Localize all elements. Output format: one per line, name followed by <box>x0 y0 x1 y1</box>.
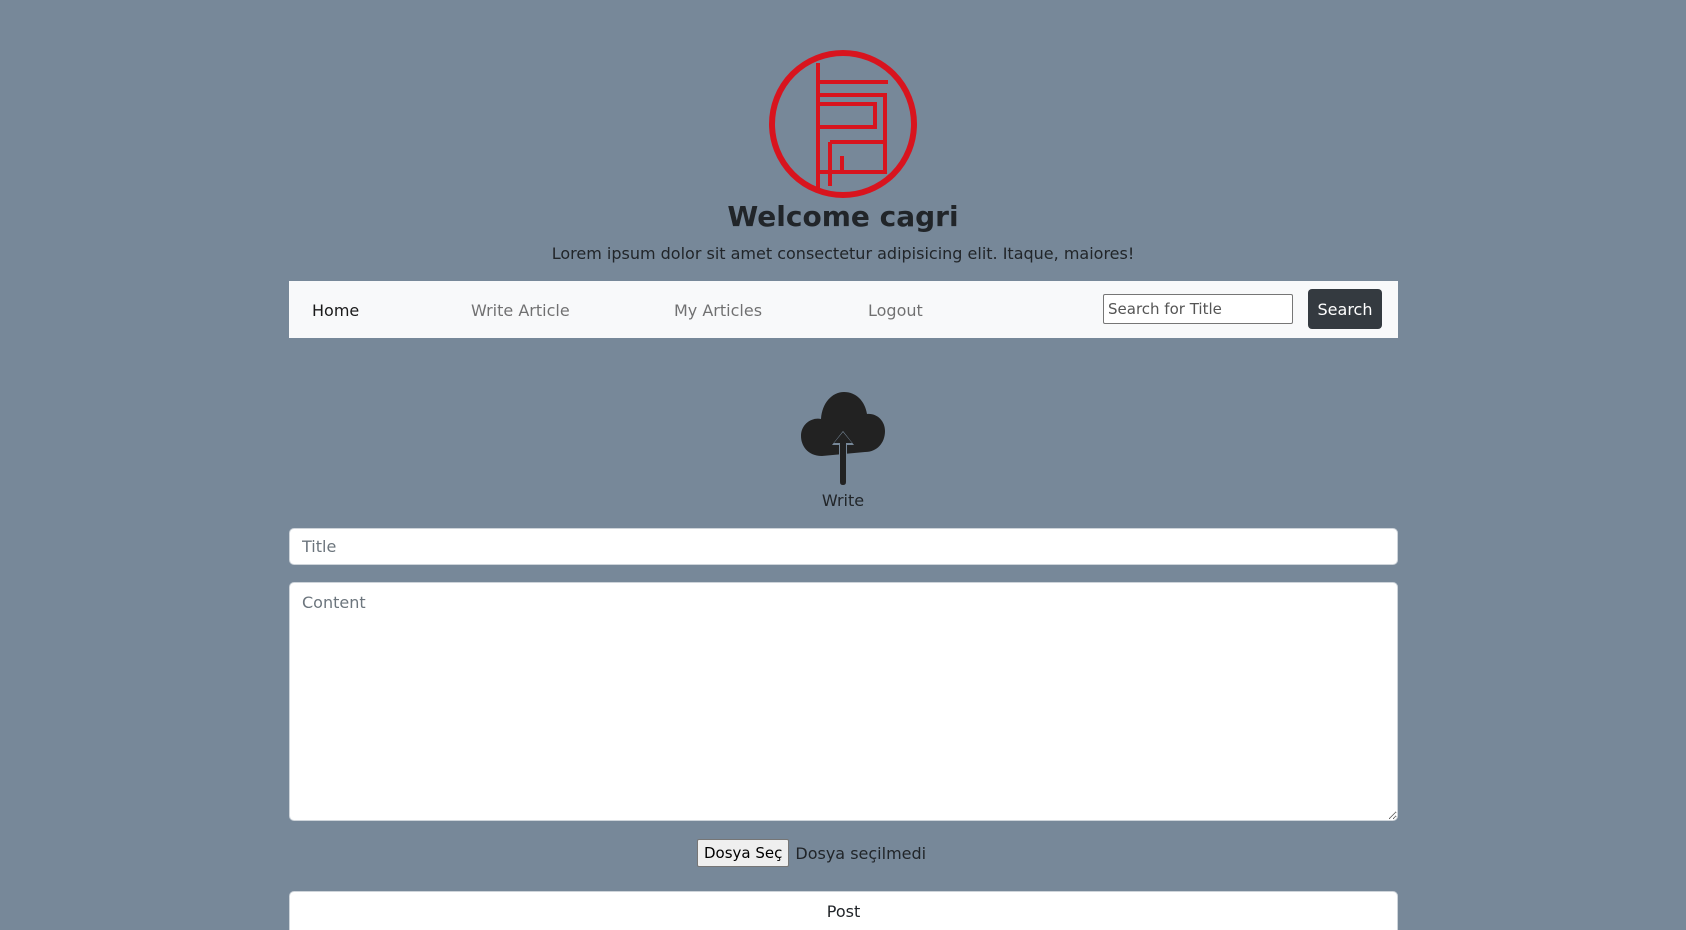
welcome-heading: Welcome cagri <box>727 200 959 233</box>
post-button[interactable]: Post <box>289 891 1398 930</box>
nav-write-article-link[interactable]: Write Article <box>471 301 570 320</box>
search-input[interactable] <box>1103 294 1293 324</box>
logo <box>769 50 917 198</box>
cloud-upload-icon <box>801 392 885 486</box>
file-upload: Dosya Seç Dosya seçilmedi <box>697 839 926 867</box>
search-button[interactable]: Search <box>1308 289 1382 329</box>
page: Welcome cagri Lorem ipsum dolor sit amet… <box>0 0 1686 930</box>
nav-my-articles-link[interactable]: My Articles <box>674 301 762 320</box>
nav-home-link[interactable]: Home <box>312 301 359 320</box>
navbar: Home Write Article My Articles Logout Se… <box>289 281 1398 338</box>
write-caption: Write <box>821 491 865 510</box>
choose-file-button[interactable]: Dosya Seç <box>697 839 790 867</box>
nav-logout-link[interactable]: Logout <box>868 301 923 320</box>
content-textarea[interactable] <box>289 582 1398 821</box>
tagline: Lorem ipsum dolor sit amet consectetur a… <box>551 244 1135 263</box>
file-status: Dosya seçilmedi <box>795 843 927 863</box>
title-input[interactable] <box>289 528 1398 565</box>
